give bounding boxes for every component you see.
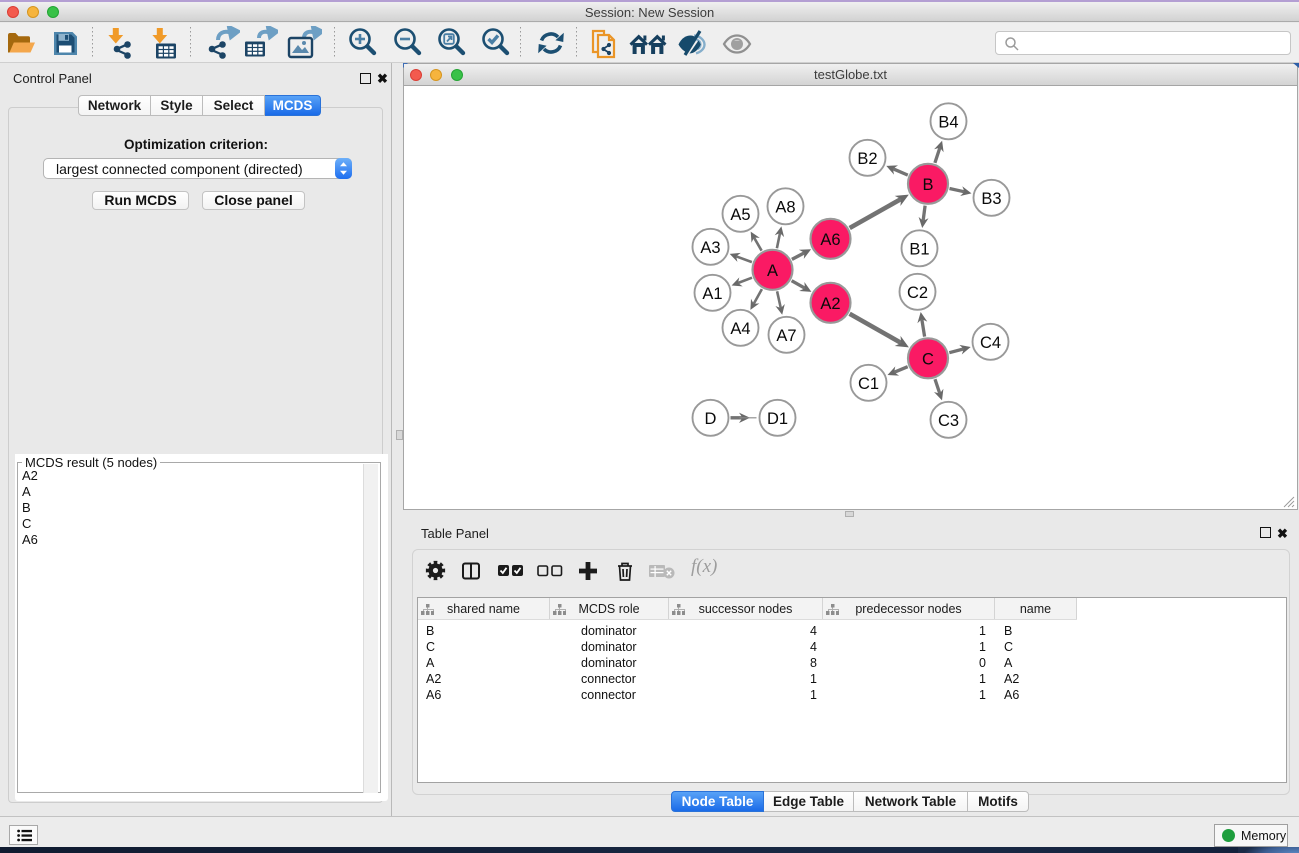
svg-text:B2: B2 bbox=[857, 150, 877, 168]
svg-text:C: C bbox=[922, 350, 934, 368]
svg-text:A1: A1 bbox=[702, 285, 722, 303]
svg-text:A: A bbox=[767, 262, 778, 280]
svg-text:B3: B3 bbox=[981, 190, 1001, 208]
svg-text:A2: A2 bbox=[820, 295, 840, 313]
svg-text:B1: B1 bbox=[909, 240, 929, 258]
svg-text:C2: C2 bbox=[907, 284, 928, 302]
svg-text:C3: C3 bbox=[938, 412, 959, 430]
svg-text:A5: A5 bbox=[730, 206, 750, 224]
svg-text:B: B bbox=[922, 176, 933, 194]
svg-text:D: D bbox=[705, 410, 717, 428]
svg-text:B4: B4 bbox=[938, 113, 958, 131]
svg-text:C4: C4 bbox=[980, 334, 1001, 352]
svg-text:A6: A6 bbox=[820, 231, 840, 249]
svg-text:A3: A3 bbox=[700, 239, 720, 257]
svg-text:A4: A4 bbox=[730, 320, 750, 338]
svg-text:C1: C1 bbox=[858, 375, 879, 393]
svg-text:A7: A7 bbox=[776, 327, 796, 345]
svg-text:A8: A8 bbox=[775, 198, 795, 216]
svg-text:D1: D1 bbox=[767, 410, 788, 428]
